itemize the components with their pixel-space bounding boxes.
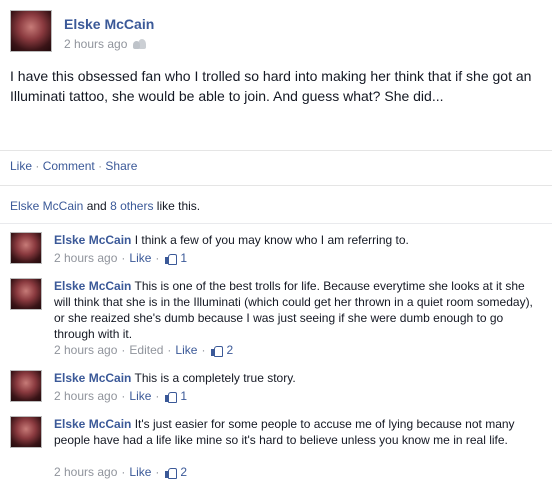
comment-body: Elske McCain This is a completely true s… — [54, 370, 544, 386]
likes-others-link[interactable]: 8 others — [110, 199, 153, 213]
comment-item: Elske McCain I think a few of you may kn… — [10, 232, 545, 272]
comment-button[interactable]: Comment — [43, 159, 95, 173]
avatar[interactable] — [10, 278, 42, 310]
comment-like-count[interactable]: 1 — [180, 389, 187, 403]
divider — [0, 150, 552, 151]
post-text: I have this obsessed fan who I trolled s… — [10, 68, 532, 104]
separator: · — [167, 343, 172, 357]
like-button[interactable]: Like — [10, 159, 32, 173]
divider — [0, 185, 552, 186]
thumbs-up-icon[interactable] — [211, 345, 224, 357]
comment-author-name[interactable]: Elske McCain — [54, 371, 131, 385]
friends-icon[interactable] — [133, 39, 147, 49]
thumbs-up-icon[interactable] — [165, 467, 178, 479]
comment-meta: 2 hours ago · Like · 1 — [54, 389, 187, 403]
post-meta: 2 hours ago — [64, 37, 147, 51]
separator: · — [121, 465, 126, 479]
likes-and-text: and — [86, 199, 107, 213]
separator: · — [121, 251, 126, 265]
liker-name-link[interactable]: Elske McCain — [10, 199, 83, 213]
likes-summary: Elske McCain and 8 others like this. — [10, 199, 200, 213]
post-action-bar: Like · Comment · Share — [10, 159, 137, 173]
comment-author-name[interactable]: Elske McCain — [54, 417, 131, 431]
separator: · — [201, 343, 206, 357]
post-timestamp[interactable]: 2 hours ago — [64, 37, 127, 51]
separator: · — [121, 343, 126, 357]
thumbs-up-icon[interactable] — [165, 253, 178, 265]
comment-timestamp[interactable]: 2 hours ago — [54, 343, 117, 357]
comment-body: Elske McCain This is one of the best tro… — [54, 278, 544, 342]
avatar[interactable] — [10, 232, 42, 264]
comment-like-count[interactable]: 1 — [180, 251, 187, 265]
comment-meta: 2 hours ago · Like · 2 — [54, 465, 187, 479]
divider — [0, 223, 552, 224]
avatar[interactable] — [10, 10, 52, 52]
comment-meta: 2 hours ago · Edited · Like · 2 — [54, 343, 233, 357]
thumbs-up-icon[interactable] — [165, 391, 178, 403]
separator: · — [121, 389, 126, 403]
separator: · — [155, 389, 160, 403]
comment-meta: 2 hours ago · Like · 1 — [54, 251, 187, 265]
separator: · — [98, 159, 103, 173]
share-button[interactable]: Share — [105, 159, 137, 173]
comment-timestamp[interactable]: 2 hours ago — [54, 465, 117, 479]
comment-like-button[interactable]: Like — [129, 389, 151, 403]
avatar[interactable] — [10, 370, 42, 402]
comment-author-name[interactable]: Elske McCain — [54, 233, 131, 247]
comment-item: Elske McCain This is one of the best tro… — [10, 278, 545, 358]
comment-timestamp[interactable]: 2 hours ago — [54, 251, 117, 265]
comment-text: This is a completely true story. — [134, 371, 296, 385]
comment-text: I think a few of you may know who I am r… — [134, 233, 409, 247]
comment-author-name[interactable]: Elske McCain — [54, 279, 131, 293]
avatar[interactable] — [10, 416, 42, 448]
comment-like-button[interactable]: Like — [129, 251, 151, 265]
post-header: Elske McCain 2 hours ago — [10, 10, 530, 56]
likes-suffix-text: like this. — [156, 199, 201, 213]
separator: · — [35, 159, 40, 173]
comment-like-count[interactable]: 2 — [180, 465, 187, 479]
comment-body: Elske McCain I think a few of you may kn… — [54, 232, 544, 248]
post-author-name[interactable]: Elske McCain — [64, 16, 154, 32]
comment-edited-label[interactable]: Edited — [129, 343, 163, 357]
comment-item: Elske McCain This is a completely true s… — [10, 370, 545, 410]
comment-body: Elske McCain It's just easier for some p… — [54, 416, 544, 448]
separator: · — [155, 251, 160, 265]
separator: · — [155, 465, 160, 479]
comment-like-count[interactable]: 2 — [226, 343, 233, 357]
comment-item: Elske McCain It's just easier for some p… — [10, 416, 545, 480]
comment-timestamp[interactable]: 2 hours ago — [54, 389, 117, 403]
comment-like-button[interactable]: Like — [129, 465, 151, 479]
comment-like-button[interactable]: Like — [175, 343, 197, 357]
